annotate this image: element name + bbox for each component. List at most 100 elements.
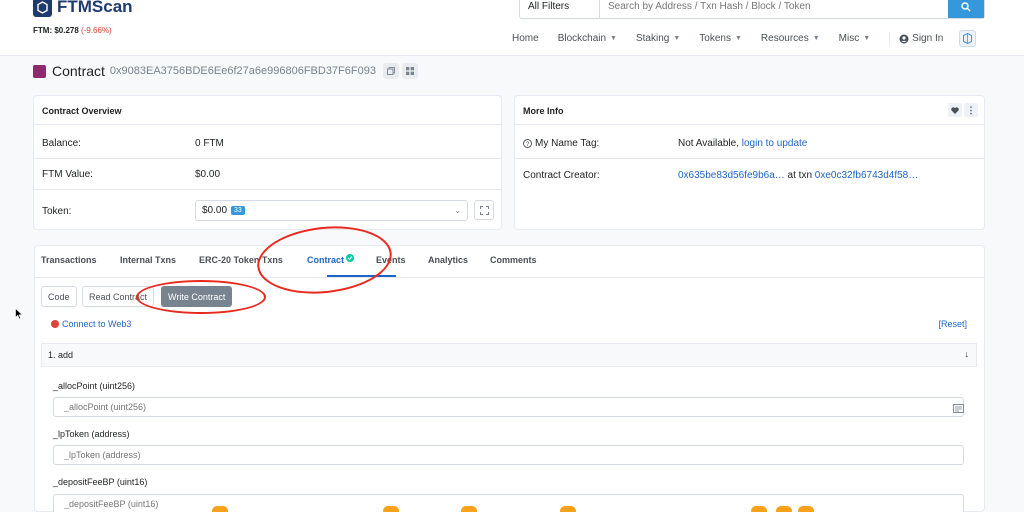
chevron-down-icon: ▼ <box>734 35 742 42</box>
ftm-value-row: FTM Value: $0.00 <box>42 169 220 180</box>
ftm-value: $0.00 <box>195 169 221 180</box>
token-holdings-dropdown[interactable]: $0.00 33 ⌄ <box>195 200 468 221</box>
token-count-badge: 33 <box>231 206 245 215</box>
nav-sign-in[interactable]: Sign In <box>899 33 943 44</box>
overlay-decoration <box>383 506 399 512</box>
function-title: 1. add <box>48 350 74 360</box>
chevron-down-icon: ▼ <box>610 35 617 42</box>
price-label: FTM: $0.278 <box>33 26 79 35</box>
copy-address-button[interactable] <box>382 63 399 79</box>
site-header: FTMScan FTM: $0.278 (-9.66%) All Filters… <box>0 0 1024 56</box>
search-input[interactable] <box>600 0 948 18</box>
nav-blockchain[interactable]: Blockchain ▼ <box>558 33 617 44</box>
nav-staking-label: Staking <box>635 33 670 44</box>
heart-icon <box>951 106 959 114</box>
nav-home-label: Home <box>512 33 539 44</box>
sign-in-label: Sign In <box>912 33 944 44</box>
ftm-price: FTM: $0.278 (-9.66%) <box>33 26 112 35</box>
nav-resources-label: Resources <box>760 33 809 44</box>
alloc-point-input[interactable] <box>53 397 964 417</box>
deposit-fee-label: _depositFeeBP (uint16) <box>53 477 148 487</box>
nav-misc-label: Misc <box>838 33 860 44</box>
nav-misc[interactable]: Misc ▼ <box>839 33 871 44</box>
nav-home[interactable]: Home <box>512 33 539 44</box>
connect-web3[interactable]: Connect to Web3 <box>51 319 131 329</box>
favorite-button[interactable] <box>948 103 962 117</box>
expand-button[interactable] <box>474 200 494 220</box>
creator-at-text: at txn <box>787 170 813 181</box>
creator-address-link[interactable]: 0x635be83d56fe9b6a… <box>678 170 785 181</box>
network-switch-button[interactable] <box>959 30 977 47</box>
page-title: Contract <box>52 63 105 79</box>
lp-token-input[interactable] <box>53 445 964 465</box>
token-row: Token: <box>42 206 71 217</box>
creator-row: Contract Creator: 0x635be83d56fe9b6a… at… <box>523 170 918 181</box>
logo[interactable]: FTMScan <box>33 0 133 17</box>
tab-transactions[interactable]: Transactions <box>41 255 97 265</box>
tab-analytics[interactable]: Analytics <box>428 255 468 265</box>
price-change: (-9.66%) <box>81 26 112 35</box>
overlay-decoration <box>212 506 228 512</box>
search-button[interactable] <box>948 0 984 18</box>
overlay-decoration <box>560 506 576 512</box>
contract-overview-card: Contract Overview Balance: 0 FTM FTM Val… <box>33 95 502 230</box>
code-button[interactable]: Code <box>41 286 77 307</box>
lp-token-label: _lpToken (address) <box>53 429 130 439</box>
divider <box>34 189 501 190</box>
name-tag-value: Not Available, <box>678 138 739 149</box>
nav-staking[interactable]: Staking ▼ <box>636 33 680 44</box>
user-icon <box>899 34 909 43</box>
search-icon <box>961 1 971 11</box>
chevron-down-icon: ▼ <box>673 35 681 42</box>
page-title-row: Contract 0x9083EA3756BDE6Ee6f27a6e996806… <box>33 63 421 79</box>
name-tag-label-wrap: ? My Name Tag: <box>523 138 678 149</box>
alloc-point-label: _allocPoint (uint256) <box>53 381 136 391</box>
search-bar: All Filters <box>519 0 985 19</box>
logo-text: FTMScan <box>57 0 133 16</box>
deposit-fee-input[interactable] <box>53 494 964 512</box>
search-filter-select[interactable]: All Filters <box>520 0 600 18</box>
fantom-icon <box>963 33 973 44</box>
token-value: $0.00 <box>202 205 228 216</box>
chevron-down-icon: ▼ <box>812 35 820 42</box>
more-options-button[interactable]: ⋮ <box>964 103 978 117</box>
nav-resources[interactable]: Resources ▼ <box>761 33 820 44</box>
creator-txn-link[interactable]: 0xe0c32fb6743d4f58… <box>815 170 918 181</box>
annotation-circle-write-contract <box>136 280 266 314</box>
balance-value: 0 FTM <box>195 138 224 149</box>
qr-code-icon <box>405 67 414 75</box>
calculator-icon[interactable] <box>953 404 964 413</box>
token-label: Token: <box>42 206 72 217</box>
nav-tokens[interactable]: Tokens ▼ <box>699 33 742 44</box>
overlay-decoration <box>461 506 477 512</box>
divider <box>515 158 984 159</box>
tab-comments[interactable]: Comments <box>490 255 537 265</box>
overlay-decoration <box>751 506 767 512</box>
login-link[interactable]: login to update <box>742 138 808 149</box>
function-accordion-header[interactable]: 1. add ↓ <box>41 343 977 367</box>
balance-label: Balance: <box>42 138 81 149</box>
nav-tokens-label: Tokens <box>699 33 731 44</box>
main-nav: Home Blockchain ▼ Staking ▼ Tokens ▼ Resour… <box>512 30 977 47</box>
card-title: Contract Overview <box>34 96 501 125</box>
creator-label: Contract Creator: <box>523 170 600 181</box>
name-tag-row: ? My Name Tag: Not Available, login to u… <box>523 138 807 149</box>
divider <box>34 158 501 159</box>
contract-address: 0x9083EA3756BDE6Ee6f27a6e996806FBD37F6F0… <box>109 65 376 77</box>
balance-row: Balance: 0 FTM <box>42 138 224 149</box>
mouse-cursor-icon <box>15 308 23 320</box>
question-circle-icon: ? <box>523 139 532 148</box>
ftm-value-label: FTM Value: <box>42 169 93 180</box>
nav-divider <box>889 31 891 46</box>
tab-internal-txns[interactable]: Internal Txns <box>120 255 176 265</box>
more-info-card: More Info ⋮ ? My Name Tag: Not Available… <box>514 95 985 230</box>
contract-identicon-icon <box>33 64 46 78</box>
card-title: More Info <box>515 96 984 125</box>
overlay-decoration <box>798 506 814 512</box>
connect-web3-link[interactable]: Connect to Web3 <box>62 319 131 329</box>
arrow-down-icon: ↓ <box>964 349 970 359</box>
qr-code-button[interactable] <box>401 63 418 79</box>
copy-icon <box>387 67 395 75</box>
reset-link[interactable]: [Reset] <box>938 319 967 329</box>
tab-bar: Transactions Internal Txns ERC-20 Token … <box>35 246 984 278</box>
